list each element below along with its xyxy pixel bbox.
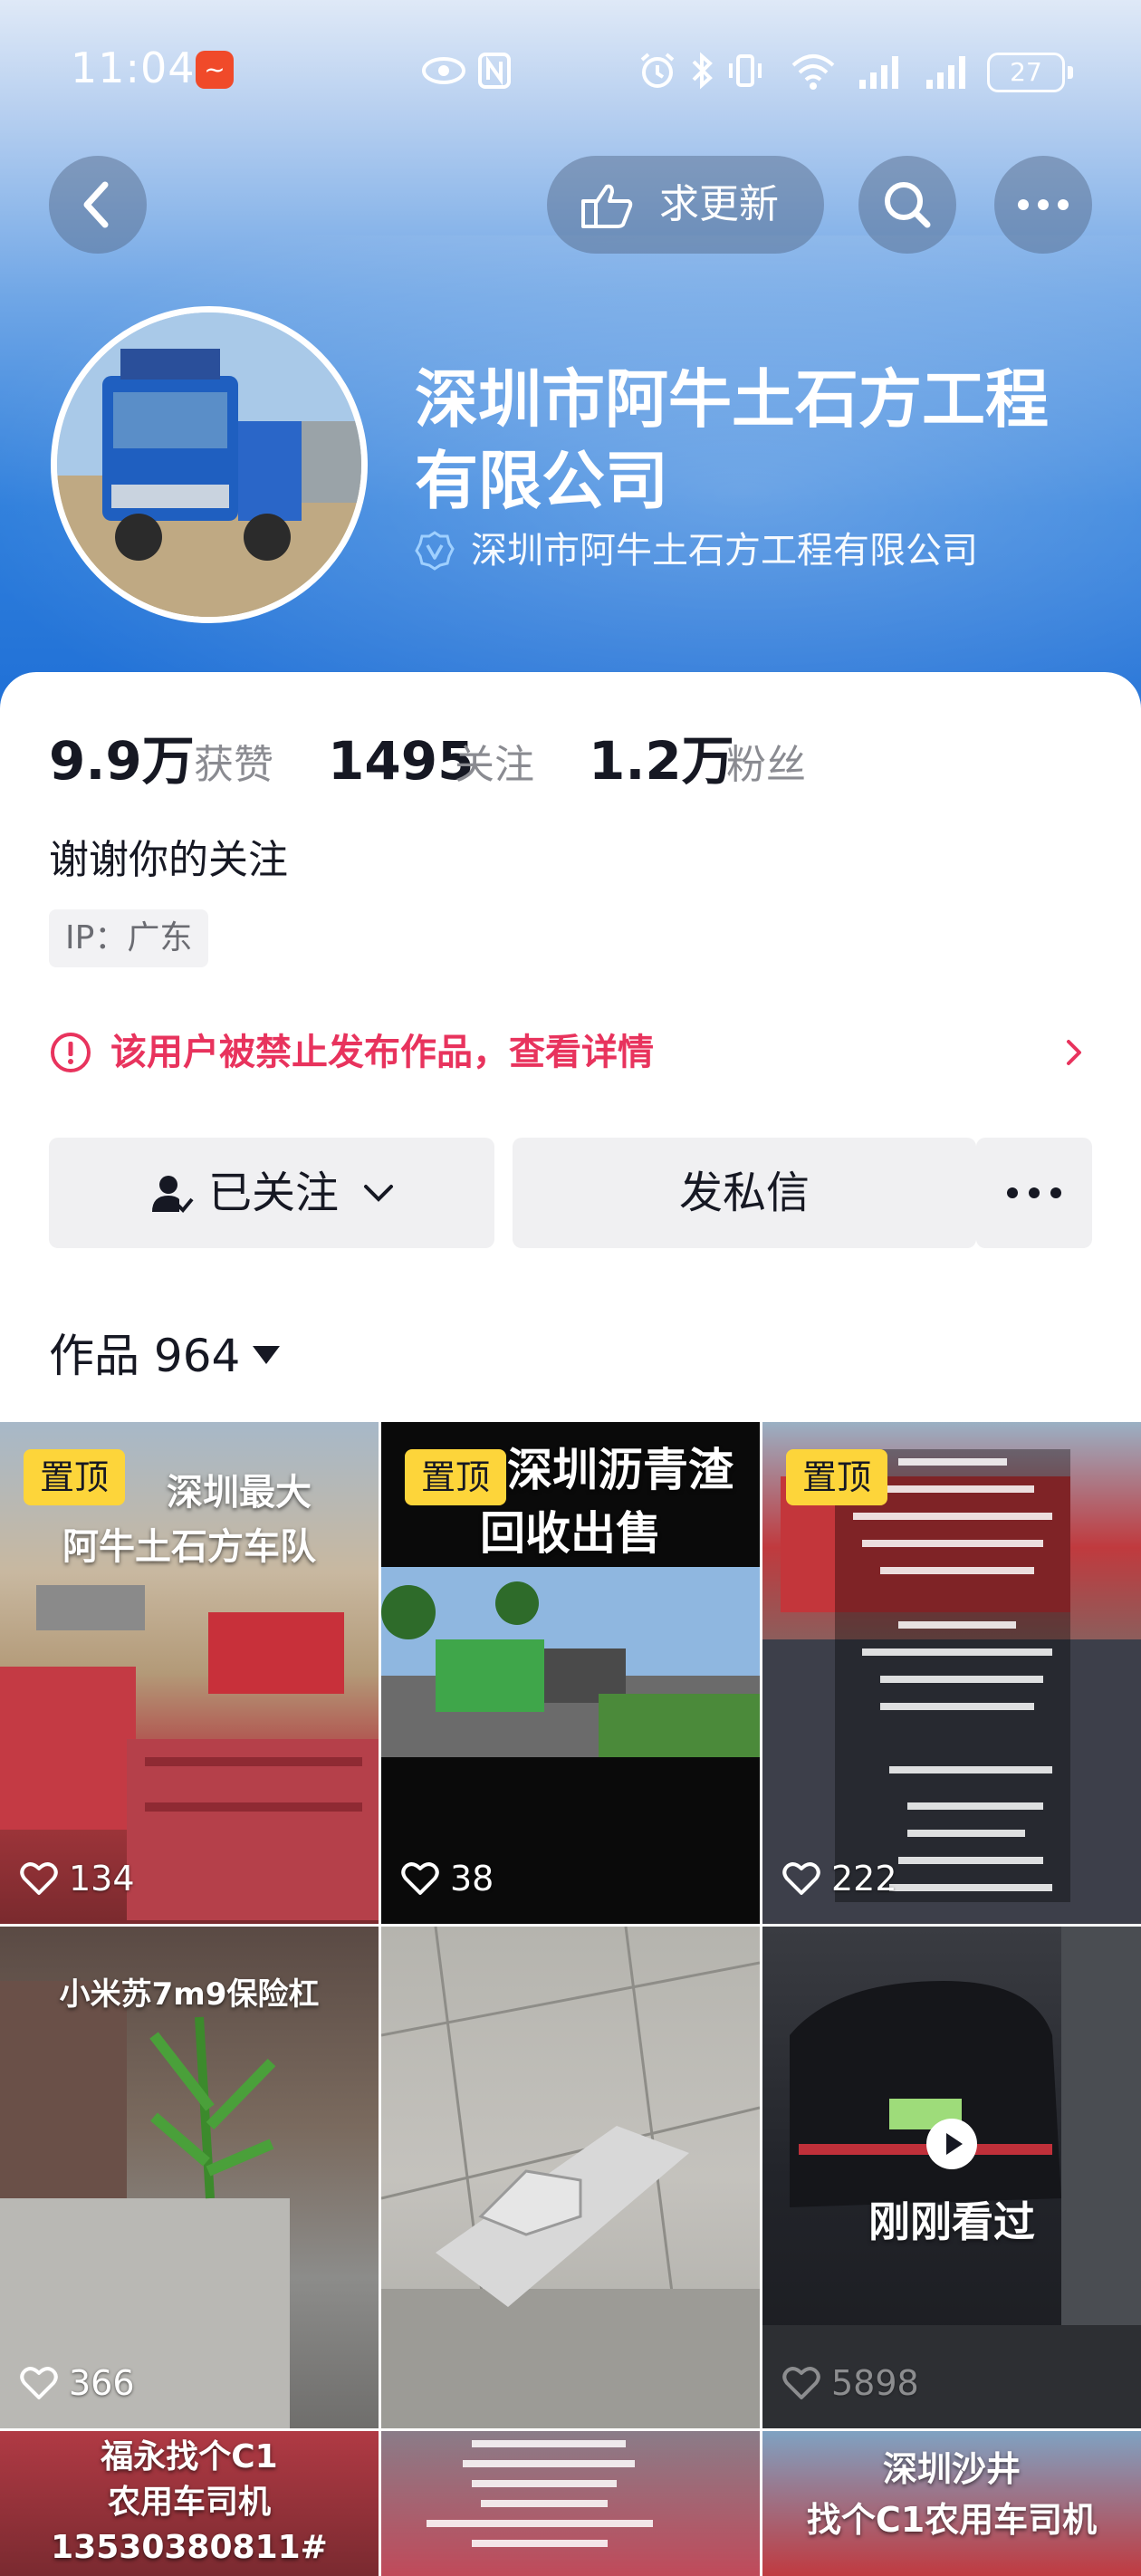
video-tile[interactable]: 福永找个C1 农用车司机 13530380811#	[0, 2431, 379, 2576]
signal-icon-2	[922, 49, 973, 92]
more-dots-icon	[1007, 1187, 1061, 1198]
bluetooth-icon	[686, 49, 719, 92]
video-thumbnail	[762, 1927, 1141, 2428]
heart-icon	[782, 1862, 820, 1895]
caret-down-icon	[253, 1346, 281, 1364]
play-icon	[946, 2133, 963, 2155]
following-button-label: 已关注	[208, 1168, 340, 1218]
heart-icon	[20, 2367, 58, 2399]
ip-location-tag: IP：广东	[49, 909, 209, 967]
video-caption: 小米苏7m9保险杠	[0, 1972, 379, 2017]
pointing-hand-icon	[581, 184, 633, 228]
followers-count[interactable]: 1.2万	[589, 725, 734, 797]
pinned-badge: 置顶	[786, 1449, 887, 1505]
warning-icon	[51, 1033, 91, 1072]
status-bar: 11:04 ~ 27	[0, 36, 1141, 109]
battery-icon: 27	[987, 53, 1073, 92]
works-tab-label: 作品 964	[49, 1330, 241, 1382]
profile-card: 9.9万 获赞 1495 关注 1.2万 粉丝 谢谢你的关注 IP：广东 该用户…	[0, 672, 1141, 2576]
eye-icon	[418, 49, 469, 92]
likes-label: 获赞	[194, 742, 273, 788]
app-notification-icon: ~	[196, 51, 234, 89]
video-tile[interactable]: 置顶 深圳最大 阿牛土石方车队 134	[0, 1422, 379, 1924]
send-message-label: 发私信	[678, 1168, 810, 1218]
video-caption: 深圳沙井 找个C1农用车司机	[762, 2444, 1141, 2545]
profile-name: 深圳市阿牛土石方工程有限公司	[415, 362, 1049, 518]
video-tile[interactable]: 置顶 222	[762, 1422, 1141, 1924]
video-tile[interactable]	[381, 2431, 760, 2576]
video-tile[interactable]: 小米苏7m9保险杠 366	[0, 1927, 379, 2428]
profile-bio: 谢谢你的关注	[49, 837, 288, 883]
back-button[interactable]	[49, 156, 147, 254]
more-dots-icon	[1018, 199, 1069, 210]
recently-watched-label: 刚刚看过	[868, 2197, 1035, 2246]
more-button[interactable]	[994, 156, 1092, 254]
video-caption-line: 农用车司机	[107, 2484, 271, 2521]
heart-icon	[782, 2367, 820, 2399]
following-button[interactable]: 已关注	[49, 1138, 494, 1248]
search-button[interactable]	[858, 156, 956, 254]
heart-icon	[20, 1862, 58, 1895]
truck-avatar-image	[57, 312, 361, 617]
request-update-button[interactable]: 求更新	[547, 156, 824, 254]
video-caption-line: 阿牛土石方车队	[62, 1526, 316, 1568]
likes-count: 9.9万	[49, 730, 195, 792]
heart-icon	[401, 1862, 439, 1895]
user-check-icon	[152, 1176, 194, 1213]
video-tile[interactable]: 置顶 深圳沥青渣 回收出售 38	[381, 1422, 760, 1924]
like-count-text: 366	[69, 2363, 135, 2403]
video-tile[interactable]	[381, 1927, 760, 2428]
pinned-badge: 置顶	[24, 1449, 125, 1505]
video-tile[interactable]: 深圳沙井 找个C1农用车司机	[762, 2431, 1141, 2576]
pinned-badge: 置顶	[405, 1449, 506, 1505]
search-icon	[885, 182, 931, 228]
video-caption: 福永找个C1 农用车司机 13530380811#	[0, 2435, 379, 2571]
ban-notice[interactable]: 该用户被禁止发布作品，查看详情	[49, 1016, 1092, 1089]
status-time: 11:04	[71, 43, 196, 92]
nfc-icon	[475, 49, 514, 92]
like-count-text: 222	[831, 1859, 897, 1898]
chevron-down-icon	[364, 1185, 393, 1202]
video-caption-line: 13530380811#	[51, 2529, 328, 2566]
video-caption-line: 福永找个C1	[101, 2438, 278, 2475]
followers-label[interactable]: 粉丝	[726, 734, 806, 797]
verified-badge-icon	[415, 531, 455, 571]
signal-icon-1	[855, 49, 906, 92]
more-actions-button[interactable]	[976, 1138, 1092, 1248]
ban-notice-text: 该用户被禁止发布作品，查看详情	[110, 1032, 654, 1073]
like-count-text: 5898	[831, 2363, 919, 2403]
wifi-icon	[788, 49, 839, 92]
chevron-left-icon	[83, 181, 109, 228]
following-count[interactable]: 1495	[328, 725, 474, 797]
works-tab[interactable]: 作品 964	[49, 1324, 281, 1388]
send-message-button[interactable]: 发私信	[513, 1138, 976, 1248]
chevron-right-icon	[1067, 1040, 1081, 1065]
video-caption-line: 找个C1农用车司机	[806, 2500, 1098, 2540]
request-update-label: 求更新	[659, 181, 779, 227]
video-caption-line: 小米苏7m9保险杠	[59, 1976, 320, 2013]
following-label[interactable]: 关注	[455, 734, 534, 797]
verified-company-name: 深圳市阿牛土石方工程有限公司	[471, 530, 978, 572]
video-tile[interactable]: 刚刚看过 5898	[762, 1927, 1141, 2428]
video-caption-line: 深圳沙井	[882, 2449, 1021, 2489]
like-count-text: 38	[450, 1859, 494, 1898]
avatar[interactable]	[51, 306, 368, 623]
video-caption-line: 回收出售	[480, 1507, 661, 1560]
video-thumbnail	[427, 2440, 653, 2547]
alarm-icon	[636, 49, 679, 92]
vibrate-icon	[724, 49, 766, 92]
like-count-text: 134	[69, 1859, 135, 1898]
video-thumbnail	[381, 1927, 760, 2428]
play-button	[926, 2119, 977, 2169]
